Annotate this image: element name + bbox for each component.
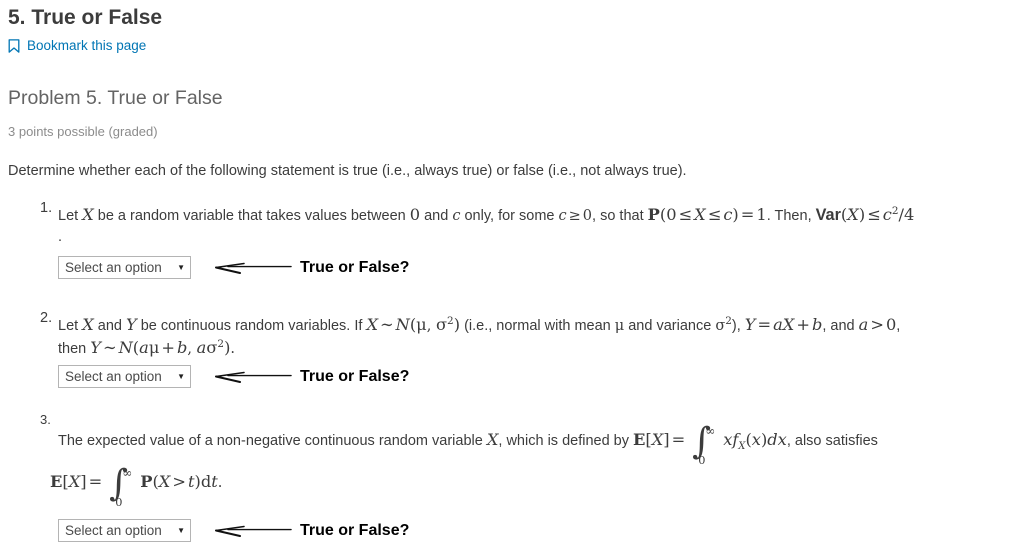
q2-text-e: and variance <box>624 317 716 334</box>
question-2: 2. Let X and Y be continuous random vari… <box>0 310 1024 405</box>
question-1-answer-row: Select an option ▼ True or False? <box>58 256 409 279</box>
integral-symbol-2: ∫ ∞ 0 <box>109 460 133 509</box>
chevron-down-icon: ▼ <box>177 262 185 272</box>
q1-text-f: . Then, <box>766 207 816 224</box>
left-arrow-annotation-icon <box>214 520 292 542</box>
bookmark-this-page-link[interactable]: Bookmark this page <box>8 38 146 54</box>
problem-heading: Problem 5. True or False <box>8 87 223 109</box>
question-2-answer-row: Select an option ▼ True or False? <box>58 365 409 388</box>
question-3: 3. The expected value of a non-negative … <box>0 412 1024 552</box>
select-2-value: Select an option <box>65 369 162 384</box>
question-3-marker: 3. <box>40 412 51 427</box>
q2-text-g: , and <box>822 317 859 334</box>
question-2-statement-line2: then Y ∼ N(aμ + b, aσ2). <box>58 337 236 357</box>
question-1-statement: Let X be a random variable that takes va… <box>58 204 915 224</box>
q1-text-c: and <box>420 207 453 224</box>
bookmark-icon <box>8 39 20 53</box>
question-2-marker: 2. <box>40 310 53 326</box>
q3-text-a: The expected value of a non-negative con… <box>58 433 487 449</box>
chevron-down-icon: ▼ <box>177 371 185 381</box>
q2-text-c: be continuous random variables. If <box>136 317 367 334</box>
q1-text-b: be a random variable that takes values b… <box>93 207 410 224</box>
select-3-value: Select an option <box>65 523 162 538</box>
q2-text-b: and <box>93 317 126 334</box>
question-1-annotation: True or False? <box>300 258 410 276</box>
q2-text-d: (i.e., normal with mean <box>460 317 615 334</box>
q3-text-c: , also satisfies <box>786 433 878 449</box>
select-an-option-3[interactable]: Select an option ▼ <box>58 519 191 542</box>
page-title: 5. True or False <box>8 6 163 29</box>
q2-text-h: , <box>896 317 901 334</box>
q2-text-i: then <box>58 340 91 357</box>
instructions-text: Determine whether each of the following … <box>8 163 687 179</box>
problem-page: 5. True or False Bookmark this page Prob… <box>0 0 1024 555</box>
q1-text-d: only, for some <box>460 207 559 224</box>
question-1-trailing: . <box>58 229 63 245</box>
q2-text-f: ), <box>731 317 745 334</box>
question-1: 1. Let X be a random variable that takes… <box>0 200 1024 295</box>
q1-text-e: , so that <box>592 207 648 224</box>
question-1-marker: 1. <box>40 200 53 216</box>
q3-text-b: , which is defined by <box>498 433 634 449</box>
bookmark-label: Bookmark this page <box>27 38 147 53</box>
q1-text-a: Let <box>58 207 83 224</box>
q2-text-a: Let <box>58 317 83 334</box>
question-3-answer-row: Select an option ▼ True or False? <box>58 519 409 542</box>
select-an-option-2[interactable]: Select an option ▼ <box>58 365 191 388</box>
question-3-annotation: True or False? <box>300 521 410 539</box>
left-arrow-annotation-icon <box>214 366 292 388</box>
left-arrow-annotation-icon <box>214 257 292 279</box>
select-1-value: Select an option <box>65 260 162 275</box>
chevron-down-icon: ▼ <box>177 525 185 535</box>
integral-symbol-1: ∫ ∞ 0 <box>692 418 716 467</box>
question-3-statement-line2: E[X] = ∫ ∞ 0 P(X > t)dt. <box>50 460 223 509</box>
question-2-annotation: True or False? <box>300 367 410 385</box>
select-an-option-1[interactable]: Select an option ▼ <box>58 256 191 279</box>
points-possible: 3 points possible (graded) <box>8 124 158 139</box>
question-3-statement: The expected value of a non-negative con… <box>58 418 878 467</box>
